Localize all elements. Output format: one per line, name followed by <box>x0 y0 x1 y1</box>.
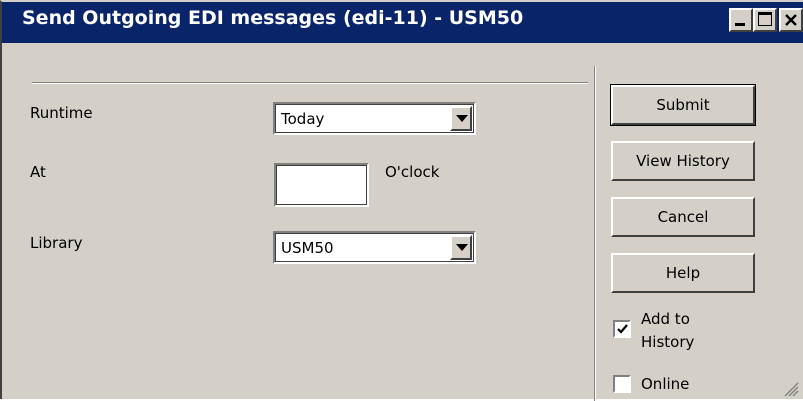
runtime-dropdown-arrow-icon[interactable] <box>450 106 472 131</box>
online-checkbox[interactable] <box>613 375 631 393</box>
maximize-button[interactable] <box>753 8 777 32</box>
submit-button[interactable]: Submit <box>610 84 756 126</box>
minimize-button[interactable] <box>729 8 753 32</box>
add-to-history-label-line2: History <box>641 333 695 351</box>
dialog-window: Send Outgoing EDI messages (edi-11) - US… <box>0 0 803 401</box>
library-select[interactable]: USM50 <box>273 231 476 264</box>
runtime-select[interactable]: Today <box>273 102 476 135</box>
at-time-input[interactable] <box>274 163 369 207</box>
library-label: Library <box>30 234 83 252</box>
checkmark-icon <box>617 324 628 334</box>
add-to-history-label-line1: Add to <box>641 310 690 328</box>
resize-grip-icon[interactable] <box>783 381 799 397</box>
vertical-separator <box>594 66 596 401</box>
cancel-button[interactable]: Cancel <box>611 197 755 237</box>
at-label: At <box>30 163 46 181</box>
online-label: Online <box>641 375 690 393</box>
close-button[interactable] <box>779 8 803 32</box>
help-button[interactable]: Help <box>611 253 755 293</box>
window-title: Send Outgoing EDI messages (edi-11) - US… <box>22 7 524 29</box>
add-to-history-checkbox[interactable] <box>613 320 631 338</box>
runtime-select-value: Today <box>281 110 325 128</box>
view-history-button[interactable]: View History <box>611 141 755 181</box>
horizontal-separator <box>32 82 588 84</box>
oclock-label: O'clock <box>385 163 440 181</box>
title-bar[interactable]: Send Outgoing EDI messages (edi-11) - US… <box>2 2 803 43</box>
runtime-label: Runtime <box>30 104 93 122</box>
close-icon <box>785 14 797 26</box>
library-dropdown-arrow-icon[interactable] <box>450 235 472 260</box>
library-select-value: USM50 <box>281 239 334 257</box>
